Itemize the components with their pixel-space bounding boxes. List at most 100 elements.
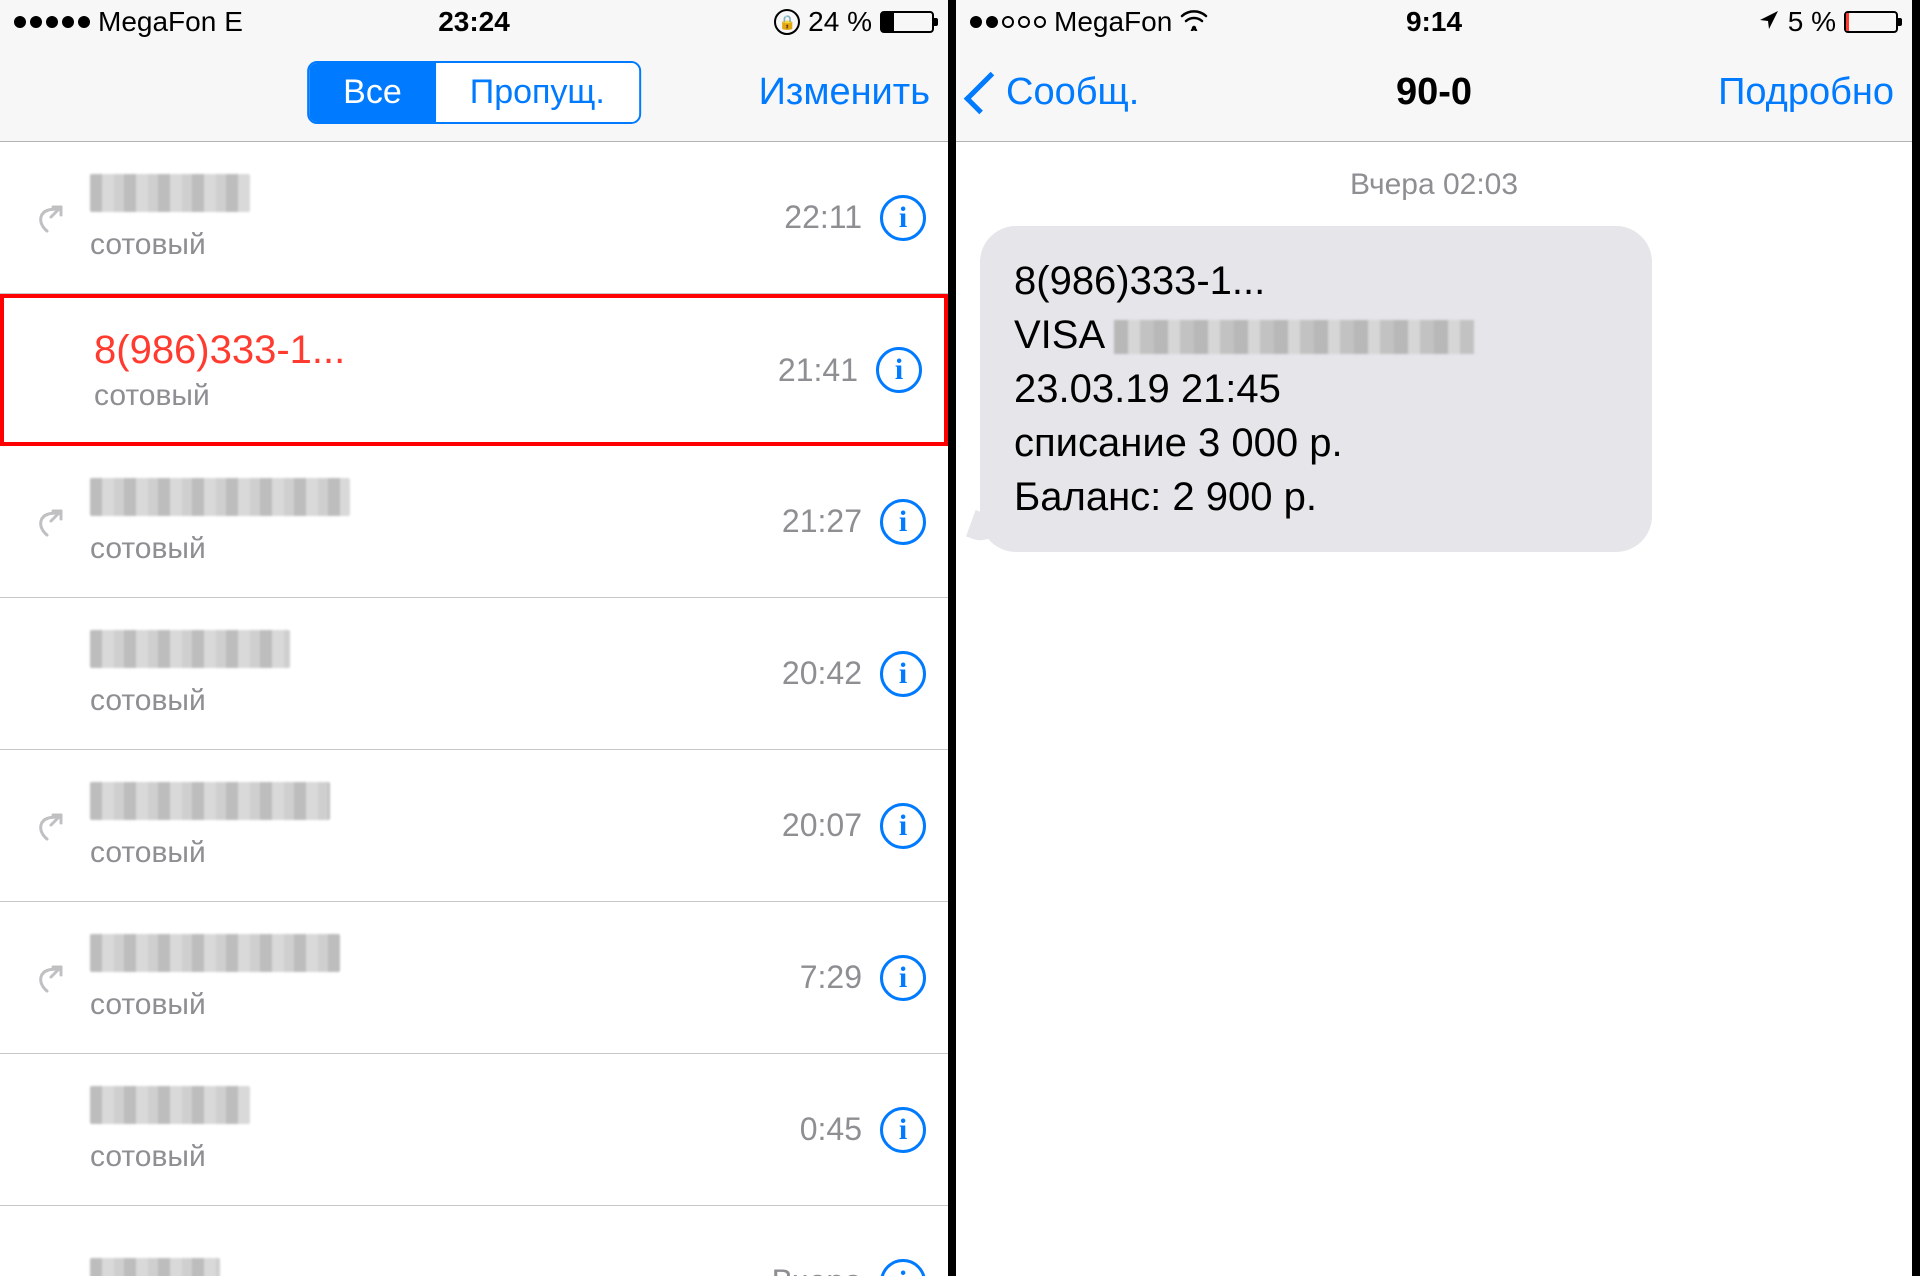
call-time: Вчера xyxy=(772,1263,862,1276)
call-row[interactable]: сотовый21:27 i xyxy=(0,446,948,598)
battery-percent: 24 % xyxy=(808,6,872,38)
segment-missed[interactable]: Пропущ. xyxy=(436,63,639,122)
call-name xyxy=(90,782,782,830)
call-main: сотовый xyxy=(78,174,784,262)
orientation-lock-icon: 🔒 xyxy=(774,9,800,35)
status-bar: MegaFon 9:14 5 % xyxy=(956,0,1912,44)
signal-dots xyxy=(970,16,1046,28)
outgoing-call-icon xyxy=(33,507,63,537)
call-main: 8(986)333-1... сотовый xyxy=(82,328,778,413)
status-time: 23:24 xyxy=(438,6,510,38)
call-name xyxy=(90,1086,800,1134)
call-time: 22:11 xyxy=(784,199,862,236)
edit-button[interactable]: Изменить xyxy=(759,71,930,114)
info-button[interactable]: i xyxy=(880,1107,926,1153)
call-main: сотовый xyxy=(78,782,782,870)
outgoing-call-icon xyxy=(33,203,63,233)
message-line: 8(986)333-1... xyxy=(1014,254,1618,308)
status-bar: MegaFon E 23:24 🔒 24 % xyxy=(0,0,948,44)
incoming-message-bubble[interactable]: 8(986)333-1... VISA 23.03.19 21:45 списа… xyxy=(980,226,1652,552)
call-time: 21:27 xyxy=(782,503,862,540)
call-time: 0:45 xyxy=(800,1111,862,1148)
call-direction-icon xyxy=(18,507,78,537)
call-sublabel: сотовый xyxy=(90,988,800,1022)
message-line: 23.03.19 21:45 xyxy=(1014,362,1618,416)
redacted-text xyxy=(90,174,250,212)
redacted-text xyxy=(1114,320,1474,354)
nav-bar: Все Пропущ. Изменить xyxy=(0,44,948,142)
carrier-label: MegaFon xyxy=(1054,6,1172,38)
call-time: 21:41 xyxy=(778,352,858,389)
call-direction-icon xyxy=(18,203,78,233)
call-name xyxy=(90,478,782,526)
info-button[interactable]: i xyxy=(880,195,926,241)
call-main: сотовый xyxy=(78,478,782,566)
call-main xyxy=(78,1258,772,1276)
details-button[interactable]: Подробно xyxy=(1718,71,1894,114)
nav-bar: Сообщ. 90-0 Подробно xyxy=(956,44,1912,142)
info-button[interactable]: i xyxy=(876,347,922,393)
chevron-left-icon xyxy=(964,71,1006,113)
message-thread-screen: MegaFon 9:14 5 % Сообщ. 90-0 Подробно Вч… xyxy=(956,0,1912,1276)
call-name: 8(986)333-1... xyxy=(94,328,778,373)
wifi-icon xyxy=(1180,7,1208,38)
outgoing-call-icon xyxy=(33,963,63,993)
call-list[interactable]: сотовый22:11i8(986)333-1...сотовый21:41i… xyxy=(0,142,948,1276)
call-sublabel: сотовый xyxy=(90,228,784,262)
call-main: сотовый xyxy=(78,934,800,1022)
redacted-text xyxy=(90,934,340,972)
call-row[interactable]: сотовый7:29 i xyxy=(0,902,948,1054)
info-button[interactable]: i xyxy=(880,1259,926,1276)
redacted-text xyxy=(90,782,330,820)
call-time: 20:07 xyxy=(782,807,862,844)
info-button[interactable]: i xyxy=(880,499,926,545)
message-line: Баланс: 2 900 р. xyxy=(1014,470,1618,524)
signal-dots xyxy=(14,16,90,28)
call-sublabel: сотовый xyxy=(90,836,782,870)
redacted-text xyxy=(90,1258,220,1276)
segmented-control[interactable]: Все Пропущ. xyxy=(307,61,641,124)
network-type: E xyxy=(224,6,243,38)
message-line: VISA xyxy=(1014,308,1618,362)
battery-percent: 5 % xyxy=(1788,6,1836,38)
call-main: сотовый xyxy=(78,1086,800,1174)
redacted-text xyxy=(90,630,290,668)
recents-screen: MegaFon E 23:24 🔒 24 % Все Пропущ. Измен… xyxy=(0,0,956,1276)
call-name xyxy=(90,934,800,982)
call-main: сотовый xyxy=(78,630,782,718)
call-name xyxy=(90,630,782,678)
call-row[interactable]: сотовый20:42 i xyxy=(0,598,948,750)
call-row[interactable]: 8(986)333-1... сотовый21:41 i xyxy=(0,294,948,446)
info-button[interactable]: i xyxy=(880,651,926,697)
message-area[interactable]: Вчера 02:03 8(986)333-1... VISA 23.03.19… xyxy=(956,142,1912,1276)
call-name xyxy=(90,1258,772,1276)
call-sublabel: сотовый xyxy=(90,684,782,718)
call-sublabel: сотовый xyxy=(90,1140,800,1174)
redacted-text xyxy=(90,478,350,516)
call-sublabel: сотовый xyxy=(94,379,778,413)
status-time: 9:14 xyxy=(1406,6,1462,38)
call-sublabel: сотовый xyxy=(90,532,782,566)
info-button[interactable]: i xyxy=(880,955,926,1001)
call-row[interactable]: сотовый20:07 i xyxy=(0,750,948,902)
carrier-label: MegaFon xyxy=(98,6,216,38)
back-label: Сообщ. xyxy=(1006,71,1139,114)
battery-icon xyxy=(1844,11,1898,33)
call-direction-icon xyxy=(18,811,78,841)
call-row[interactable]: сотовый0:45 i xyxy=(0,1054,948,1206)
redacted-text xyxy=(90,1086,250,1124)
call-time: 20:42 xyxy=(782,655,862,692)
call-row[interactable]: сотовый22:11 i xyxy=(0,142,948,294)
call-direction-icon xyxy=(18,963,78,993)
outgoing-call-icon xyxy=(33,811,63,841)
segment-all[interactable]: Все xyxy=(309,63,436,122)
call-row[interactable]: Вчера i xyxy=(0,1206,948,1276)
thread-title: 90-0 xyxy=(1396,71,1472,114)
call-name xyxy=(90,174,784,222)
info-button[interactable]: i xyxy=(880,803,926,849)
back-button[interactable]: Сообщ. xyxy=(974,71,1139,114)
message-line: списание 3 000 р. xyxy=(1014,416,1618,470)
call-time: 7:29 xyxy=(800,959,862,996)
message-timestamp: Вчера 02:03 xyxy=(980,168,1888,202)
battery-icon xyxy=(880,11,934,33)
